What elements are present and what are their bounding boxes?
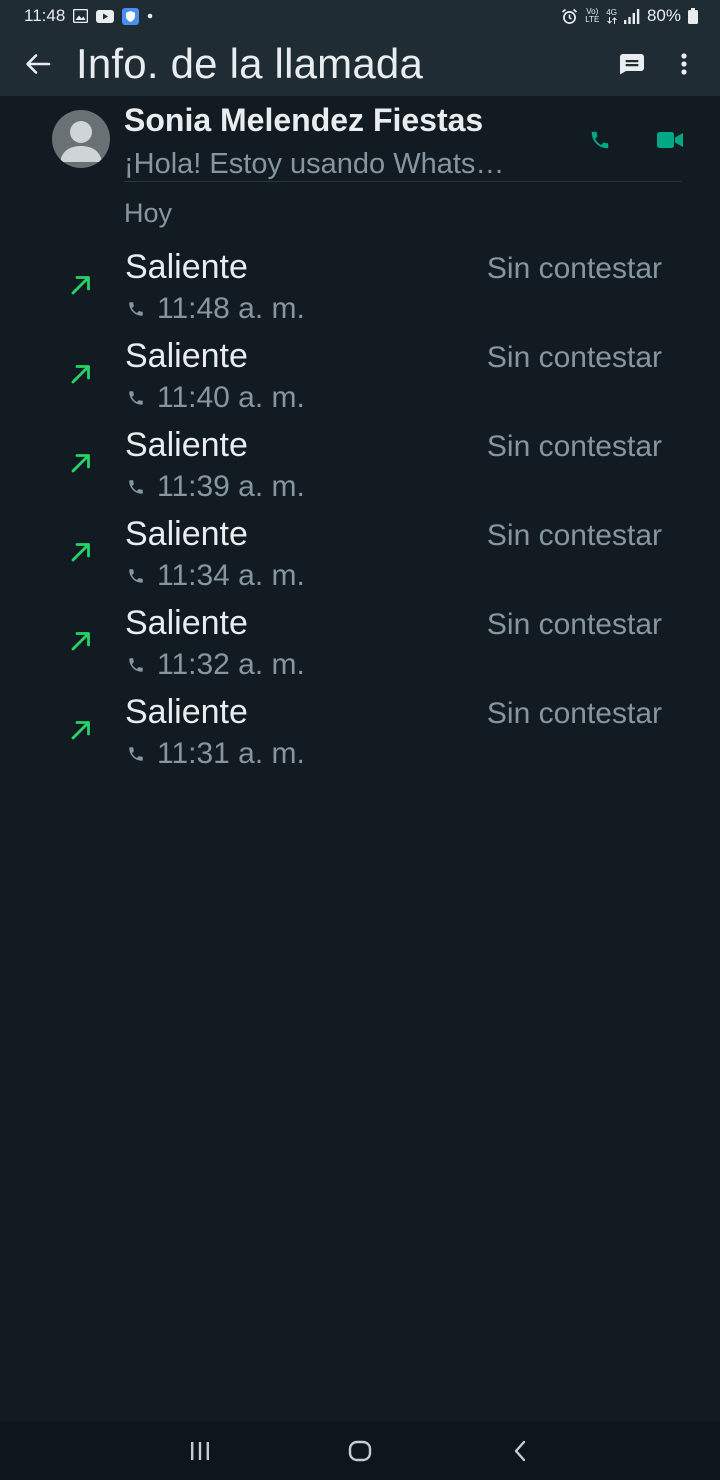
app-bar: Info. de la llamada bbox=[0, 32, 720, 96]
call-status: Sin contestar bbox=[486, 430, 662, 463]
status-bar: 11:48 Vo) LTE 4G 80% bbox=[0, 0, 720, 32]
call-row: Saliente Sin contestar 11:48 a. m. bbox=[0, 244, 720, 333]
home-icon bbox=[348, 1440, 372, 1462]
call-status: Sin contestar bbox=[486, 341, 662, 374]
volte-bottom-label: LTE bbox=[585, 15, 600, 24]
call-time: 11:48 a. m. bbox=[157, 292, 305, 325]
default-avatar-icon bbox=[60, 121, 102, 162]
call-time-group: 11:32 a. m. bbox=[127, 648, 305, 682]
call-row: Saliente Sin contestar 11:40 a. m. bbox=[0, 333, 720, 422]
contact-name: Sonia Melendez Fiestas bbox=[124, 102, 484, 138]
call-status: Sin contestar bbox=[486, 252, 662, 285]
divider bbox=[124, 181, 682, 182]
call-time-group: 11:40 a. m. bbox=[127, 381, 305, 415]
outgoing-arrow-icon bbox=[71, 365, 90, 384]
call-time: 11:40 a. m. bbox=[157, 381, 305, 414]
call-row: Saliente Sin contestar 11:34 a. m. bbox=[0, 511, 720, 600]
outgoing-arrow-icon bbox=[71, 632, 90, 651]
call-time: 11:31 a. m. bbox=[157, 737, 305, 770]
call-type: Saliente bbox=[125, 515, 248, 553]
call-time-group: 11:48 a. m. bbox=[127, 292, 305, 326]
phone-icon bbox=[129, 391, 143, 405]
call-row: Saliente Sin contestar 11:39 a. m. bbox=[0, 422, 720, 511]
more-options-button[interactable] bbox=[658, 32, 710, 96]
battery-icon bbox=[688, 8, 698, 24]
phone-icon bbox=[129, 747, 143, 761]
video-call-button[interactable] bbox=[650, 120, 690, 160]
call-type: Saliente bbox=[125, 604, 248, 642]
system-back-button[interactable] bbox=[480, 1422, 560, 1480]
call-type: Saliente bbox=[125, 693, 248, 731]
back-button[interactable] bbox=[0, 32, 76, 96]
contact-header[interactable]: Sonia Melendez Fiestas ¡Hola! Estoy usan… bbox=[0, 96, 720, 186]
call-status: Sin contestar bbox=[486, 697, 662, 730]
status-right: Vo) LTE 4G 80% bbox=[561, 6, 698, 26]
call-row: Saliente Sin contestar 11:32 a. m. bbox=[0, 600, 720, 689]
outgoing-arrow-icon bbox=[71, 721, 90, 740]
recents-icon bbox=[191, 1442, 209, 1460]
phone-icon bbox=[129, 480, 143, 494]
status-left: 11:48 bbox=[24, 6, 153, 26]
outgoing-arrow-icon bbox=[71, 543, 90, 562]
network-4g-label: 4G bbox=[606, 7, 617, 17]
call-type: Saliente bbox=[125, 248, 248, 286]
system-nav-bar bbox=[0, 1422, 720, 1480]
contact-actions bbox=[580, 120, 690, 160]
network-4g-icon: 4G bbox=[606, 7, 617, 24]
call-time: 11:32 a. m. bbox=[157, 648, 305, 681]
call-status: Sin contestar bbox=[486, 608, 662, 641]
avatar[interactable] bbox=[52, 110, 110, 168]
message-icon bbox=[620, 54, 644, 75]
call-list: Saliente Sin contestar 11:48 a. m. Salie… bbox=[0, 244, 720, 778]
back-arrow-icon bbox=[26, 54, 51, 74]
call-time: 11:39 a. m. bbox=[157, 470, 305, 503]
youtube-icon bbox=[96, 9, 115, 23]
call-type: Saliente bbox=[125, 426, 248, 464]
call-time: 11:34 a. m. bbox=[157, 559, 305, 592]
call-time-group: 11:39 a. m. bbox=[127, 470, 305, 504]
shield-icon bbox=[122, 7, 140, 25]
status-time: 11:48 bbox=[24, 6, 66, 25]
video-call-icon bbox=[657, 132, 683, 148]
page-title: Info. de la llamada bbox=[76, 40, 424, 87]
signal-icon bbox=[623, 8, 640, 24]
back-icon bbox=[514, 1440, 526, 1462]
contact-status: ¡Hola! Estoy usando Whats… bbox=[124, 148, 505, 180]
recents-button[interactable] bbox=[160, 1422, 240, 1480]
app-bar-actions bbox=[606, 32, 720, 96]
voice-call-icon bbox=[591, 131, 609, 149]
phone-icon bbox=[129, 569, 143, 583]
more-vert-icon bbox=[681, 53, 687, 75]
date-section-label: Hoy bbox=[124, 198, 173, 228]
phone-icon bbox=[129, 658, 143, 672]
home-button[interactable] bbox=[320, 1422, 400, 1480]
dot-icon bbox=[147, 13, 153, 19]
call-row: Saliente Sin contestar 11:31 a. m. bbox=[0, 689, 720, 778]
call-status: Sin contestar bbox=[486, 519, 662, 552]
call-type: Saliente bbox=[125, 337, 248, 375]
outgoing-arrow-icon bbox=[71, 276, 90, 295]
message-button[interactable] bbox=[606, 32, 658, 96]
battery-percent: 80% bbox=[646, 6, 681, 25]
outgoing-arrow-icon bbox=[71, 454, 90, 473]
phone-icon bbox=[129, 302, 143, 316]
volte-icon: Vo) LTE bbox=[585, 8, 599, 24]
call-time-group: 11:34 a. m. bbox=[127, 559, 305, 593]
gallery-icon bbox=[73, 9, 89, 23]
call-time-group: 11:31 a. m. bbox=[127, 737, 305, 771]
call-info-screen: 11:48 Vo) LTE 4G 80% Info. de la llamada… bbox=[0, 0, 720, 1480]
voice-call-button[interactable] bbox=[580, 120, 620, 160]
alarm-icon bbox=[561, 8, 578, 25]
